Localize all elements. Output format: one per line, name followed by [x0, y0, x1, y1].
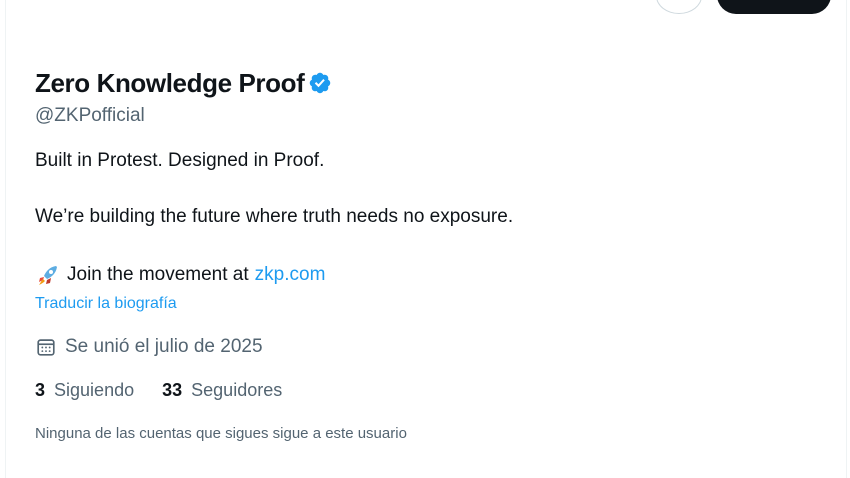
- followers-label: Seguidores: [191, 380, 283, 400]
- joined-date-text: Se unió el julio de 2025: [65, 336, 263, 357]
- profile-panel: Zero Knowledge Proof @ZKPofficial Built …: [5, 0, 847, 478]
- bio-website-link[interactable]: zkp.com: [255, 264, 326, 286]
- joined-date-row: Se unió el julio de 2025: [35, 336, 263, 358]
- profile-name-row: Zero Knowledge Proof: [35, 68, 332, 98]
- verified-badge-icon[interactable]: [308, 71, 332, 95]
- following-stat-link[interactable]: 3 Siguiendo: [35, 380, 134, 401]
- followers-stat-link[interactable]: 33 Seguidores: [162, 380, 282, 401]
- following-count: 3: [35, 380, 46, 400]
- more-options-button[interactable]: [656, 0, 702, 14]
- bio-line-2: We’re building the future where truth ne…: [35, 206, 514, 227]
- follow-button[interactable]: [717, 0, 831, 14]
- bio-line-1: Built in Protest. Designed in Proof.: [35, 150, 325, 171]
- following-label: Siguiendo: [54, 380, 135, 400]
- followers-you-know-note: Ninguna de las cuentas que sigues sigue …: [35, 425, 407, 442]
- translate-bio-link[interactable]: Traducir la biografía: [35, 295, 177, 313]
- follow-stats-row: 3 Siguiendo 33 Seguidores: [35, 380, 310, 401]
- bio-line-3: Join the movement at zkp.com: [35, 262, 325, 288]
- followers-count: 33: [162, 380, 183, 400]
- bio-movement-text: Join the movement at: [67, 264, 249, 285]
- rocket-icon: [39, 266, 57, 285]
- profile-handle: @ZKPofficial: [35, 105, 145, 126]
- calendar-icon: [37, 339, 55, 356]
- profile-display-name: Zero Knowledge Proof: [35, 68, 305, 98]
